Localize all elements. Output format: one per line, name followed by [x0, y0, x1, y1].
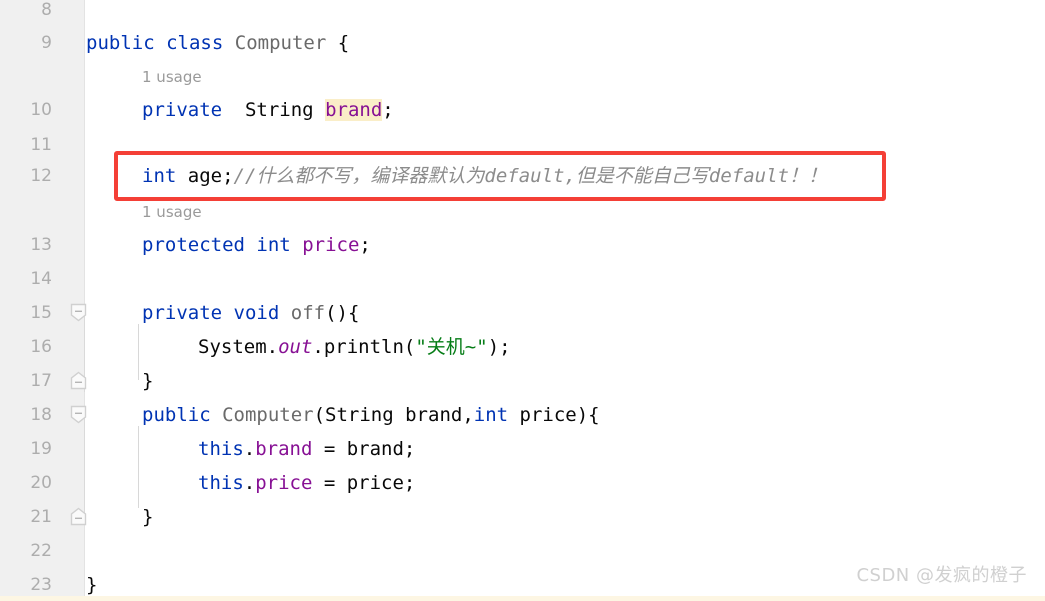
code-token: off — [290, 302, 326, 324]
code-token: (String brand, — [313, 404, 474, 426]
fold-marker-line-15[interactable] — [70, 303, 87, 322]
indent-guide-ctor-body — [138, 426, 139, 508]
code-token: void — [233, 302, 280, 324]
bottom-accent-bar — [0, 596, 1045, 601]
line-number-10: 10 — [30, 100, 52, 120]
code-token: = brand; — [312, 438, 416, 460]
code-token: System. — [198, 336, 279, 358]
code-token: "关机~" — [415, 336, 488, 358]
code-token: private — [142, 302, 223, 324]
code-token: (){ — [325, 302, 360, 324]
line-number-11: 11 — [30, 135, 52, 155]
code-token: private — [142, 99, 223, 121]
code-token: class — [166, 32, 224, 54]
code-line-20[interactable]: this.price = price; — [198, 473, 415, 493]
code-token: public — [142, 404, 211, 426]
code-line-18[interactable]: public Computer(String brand,int price){ — [142, 405, 600, 425]
code-line-15[interactable]: private void off(){ — [142, 303, 359, 323]
line-number-21: 21 — [30, 507, 52, 527]
code-token: .println( — [312, 336, 416, 358]
fold-marker-line-17[interactable] — [70, 371, 87, 390]
indent-guide-off-body — [138, 324, 139, 380]
line-number-13: 13 — [30, 235, 52, 255]
code-token: //什么都不写，编译器默认为default,但是不能自己写default！！ — [233, 165, 827, 187]
line-number-17: 17 — [30, 371, 52, 391]
line-number-20: 20 — [30, 473, 52, 493]
code-token: } — [142, 506, 154, 528]
code-token: Computer — [234, 32, 327, 54]
code-token: public — [86, 32, 155, 54]
code-token: price){ — [508, 404, 600, 426]
fold-marker-line-18[interactable] — [70, 405, 87, 424]
usage-hint-line-12[interactable]: 1 usage — [142, 204, 202, 221]
line-number-12: 12 — [30, 166, 52, 186]
code-token: this — [198, 438, 244, 460]
code-token: price — [302, 234, 360, 256]
code-token: ; — [382, 99, 394, 121]
code-content-area[interactable]: 1 usage 1 usage public class Computer { pri… — [86, 0, 1045, 601]
code-token: int — [142, 165, 177, 187]
code-token: int — [256, 234, 291, 256]
code-token: Computer — [222, 404, 314, 426]
code-line-10[interactable]: private String brand; — [142, 99, 394, 121]
code-line-23[interactable]: } — [86, 575, 97, 595]
code-token: } — [86, 574, 98, 596]
code-token: price — [255, 472, 313, 494]
line-number-14: 14 — [30, 269, 52, 289]
code-token: . — [243, 438, 256, 460]
code-token: age; — [176, 165, 234, 187]
code-token: { — [326, 32, 350, 54]
line-number-23: 23 — [30, 575, 52, 595]
code-token: brand — [255, 438, 313, 460]
code-line-21[interactable]: } — [142, 507, 153, 527]
code-editor: 8 9 10 11 12 13 14 15 16 17 18 19 20 21 22 23 1 usage 1 … — [0, 0, 1045, 601]
line-number-19: 19 — [30, 439, 52, 459]
line-number-15: 15 — [30, 303, 52, 323]
code-line-9[interactable]: public class Computer { — [86, 33, 349, 53]
line-number-9: 9 — [41, 33, 52, 53]
code-token: protected — [142, 234, 245, 256]
line-number-18: 18 — [30, 405, 52, 425]
code-token: this — [198, 472, 244, 494]
code-token: ); — [487, 336, 511, 358]
csdn-watermark: CSDN @发疯的橙子 — [856, 565, 1027, 586]
code-line-12[interactable]: int age;//什么都不写，编译器默认为default,但是不能自己写def… — [142, 166, 827, 186]
fold-marker-line-21[interactable] — [70, 507, 87, 526]
line-number-8: 8 — [41, 0, 52, 20]
usage-hint-line-9[interactable]: 1 usage — [142, 69, 202, 86]
code-token: . — [243, 472, 256, 494]
line-number-22: 22 — [30, 541, 52, 561]
code-line-13[interactable]: protected int price; — [142, 235, 371, 255]
code-token: int — [473, 404, 509, 426]
code-token: brand — [325, 99, 383, 121]
line-number-16: 16 — [30, 337, 52, 357]
code-line-17[interactable]: } — [142, 371, 153, 391]
editor-gutter[interactable]: 8 9 10 11 12 13 14 15 16 17 18 19 20 21 22 23 — [0, 0, 87, 601]
code-token: String — [244, 99, 314, 121]
code-line-16[interactable]: System.out.println("关机~"); — [198, 337, 511, 357]
code-token: out — [278, 336, 313, 358]
code-token: } — [142, 370, 154, 392]
code-line-19[interactable]: this.brand = brand; — [198, 439, 415, 459]
code-token: ; — [359, 234, 371, 256]
code-token: = price; — [312, 472, 416, 494]
